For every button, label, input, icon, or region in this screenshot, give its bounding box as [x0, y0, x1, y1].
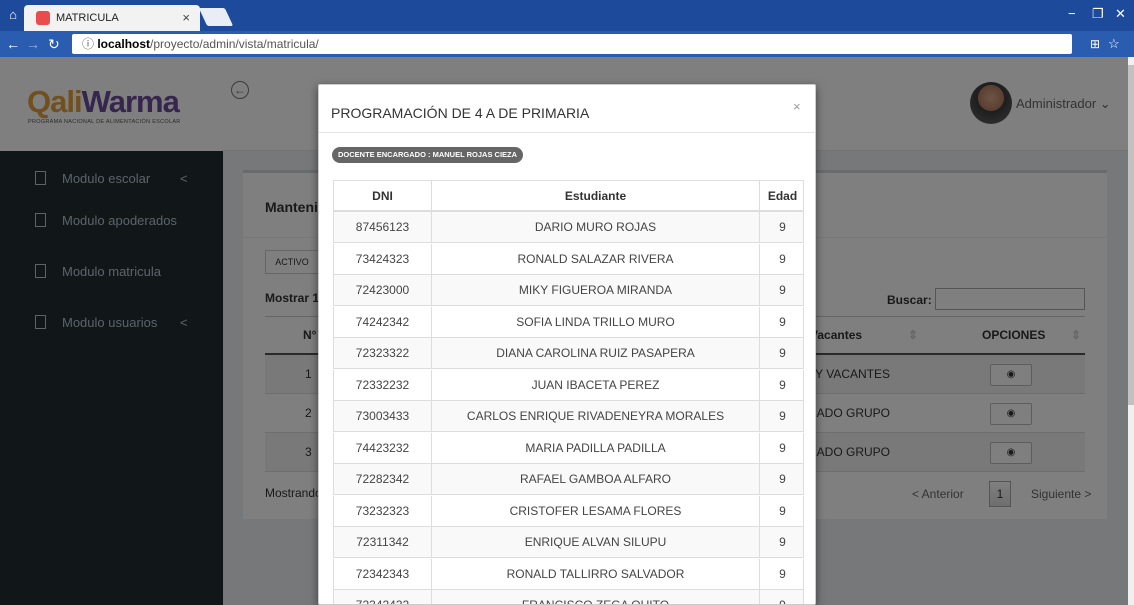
- student-dni: 72311342: [334, 527, 432, 557]
- student-name: CRISTOFER LESAMA FLORES: [432, 495, 760, 526]
- student-name: MARIA PADILLA PADILLA: [432, 432, 760, 463]
- student-dni: 72342432: [334, 590, 432, 604]
- student-name: JUAN IBACETA PEREZ: [432, 369, 760, 400]
- student-age: 9: [779, 535, 786, 549]
- browser-tab-bar: ⌂ MATRICULA × − ❐ ✕: [0, 0, 1134, 31]
- student-age: 9: [779, 346, 786, 360]
- student-dni: 73232323: [334, 495, 432, 526]
- modal-title: PROGRAMACIÓN DE 4 A DE PRIMARIA: [331, 105, 590, 121]
- student-name: MIKY FIGUEROA MIRANDA: [432, 275, 760, 305]
- bookmark-star-icon[interactable]: ☆: [1108, 34, 1120, 54]
- table-row: 72342432 FRANCISCO ZEGA QUITO 9: [333, 590, 804, 605]
- new-tab-button[interactable]: [198, 8, 234, 26]
- programacion-modal: PROGRAMACIÓN DE 4 A DE PRIMARIA × DOCENT…: [318, 84, 816, 605]
- table-row: 73003433 CARLOS ENRIQUE RIVADENEYRA MORAL…: [333, 401, 804, 432]
- student-dni: 72342343: [334, 558, 432, 589]
- docente-badge: DOCENTE ENCARGADO : MANUEL ROJAS CIEZA: [332, 147, 524, 163]
- student-dni: 72332232: [334, 369, 432, 400]
- student-dni: 72323322: [334, 338, 432, 368]
- student-name: DIANA CAROLINA RUIZ PASAPERA: [432, 338, 760, 368]
- url-path: /proyecto/admin/vista/matricula/: [150, 37, 319, 51]
- table-row: 74423232 MARIA PADILLA PADILLA 9: [333, 432, 804, 464]
- table-row: 72423000 MIKY FIGUEROA MIRANDA 9: [333, 275, 804, 306]
- student-age: 9: [779, 409, 786, 423]
- student-name: RONALD TALLIRRO SALVADOR: [432, 558, 760, 589]
- address-bar-row: ← → ↻ ⓘ localhost/proyecto/admin/vista/m…: [0, 31, 1134, 57]
- student-age: 9: [779, 220, 786, 234]
- table-row: 72282342 RAFAEL GAMBOA ALFARO 9: [333, 464, 804, 495]
- student-name: FRANCISCO ZEGA QUITO: [432, 590, 760, 604]
- student-age: 9: [779, 377, 786, 392]
- student-age: 9: [779, 440, 786, 455]
- student-name: SOFIA LINDA TRILLO MURO: [432, 306, 760, 337]
- page-scrollbar[interactable]: [1128, 57, 1134, 605]
- col-edad: Edad: [767, 189, 798, 203]
- table-header: DNI Estudiante Edad: [333, 180, 804, 212]
- scrollbar-thumb[interactable]: [1128, 65, 1134, 405]
- back-arrow-icon[interactable]: ←: [6, 34, 20, 54]
- student-dni: 87456123: [334, 212, 432, 242]
- divider: [319, 132, 815, 133]
- student-age: 9: [779, 283, 786, 297]
- table-row: 87456123 DARIO MURO ROJAS 9: [333, 212, 804, 243]
- url-input[interactable]: ⓘ localhost/proyecto/admin/vista/matricu…: [72, 34, 1072, 54]
- reload-icon[interactable]: ↻: [48, 34, 60, 54]
- student-age: 9: [779, 251, 786, 266]
- tab-favicon-icon: [36, 11, 50, 25]
- student-name: ENRIQUE ALVAN SILUPU: [432, 527, 760, 557]
- forward-arrow-icon[interactable]: →: [26, 34, 40, 54]
- student-dni: 74242342: [334, 306, 432, 337]
- student-age: 9: [779, 503, 786, 518]
- table-row: 72342343 RONALD TALLIRRO SALVADOR 9: [333, 558, 804, 590]
- translate-icon[interactable]: ⊞: [1090, 34, 1100, 54]
- student-name: RONALD SALAZAR RIVERA: [432, 243, 760, 274]
- student-dni: 74423232: [334, 432, 432, 463]
- tab-title: MATRICULA: [56, 12, 119, 24]
- table-row: 72323322 DIANA CAROLINA RUIZ PASAPERA 9: [333, 338, 804, 369]
- student-name: CARLOS ENRIQUE RIVADENEYRA MORALES: [432, 401, 760, 431]
- tab-close-icon[interactable]: ×: [182, 10, 190, 25]
- table-row: 73232323 CRISTOFER LESAMA FLORES 9: [333, 495, 804, 527]
- browser-tab[interactable]: MATRICULA ×: [24, 5, 200, 31]
- student-age: 9: [779, 314, 786, 329]
- incognito-icon: ⌂: [9, 7, 17, 22]
- student-dni: 72423000: [334, 275, 432, 305]
- student-age: 9: [779, 598, 786, 605]
- table-row: 72311342 ENRIQUE ALVAN SILUPU 9: [333, 527, 804, 558]
- maximize-icon[interactable]: ❐: [1092, 6, 1104, 22]
- col-estudiante: Estudiante: [432, 181, 760, 210]
- table-row: 74242342 SOFIA LINDA TRILLO MURO 9: [333, 306, 804, 338]
- info-icon: ⓘ: [82, 37, 98, 51]
- student-age: 9: [779, 566, 786, 581]
- table-row: 73424323 RONALD SALAZAR RIVERA 9: [333, 243, 804, 275]
- close-icon[interactable]: ×: [793, 99, 801, 114]
- student-age: 9: [779, 472, 786, 486]
- table-row: 72332232 JUAN IBACETA PEREZ 9: [333, 369, 804, 401]
- url-host: localhost: [97, 37, 151, 51]
- col-dni: DNI: [334, 181, 432, 210]
- student-name: RAFAEL GAMBOA ALFARO: [432, 464, 760, 494]
- student-dni: 73003433: [334, 401, 432, 431]
- student-name: DARIO MURO ROJAS: [432, 212, 760, 242]
- student-dni: 73424323: [334, 243, 432, 274]
- window-close-icon[interactable]: ✕: [1115, 6, 1126, 22]
- student-dni: 72282342: [334, 464, 432, 494]
- minimize-icon[interactable]: −: [1068, 6, 1076, 21]
